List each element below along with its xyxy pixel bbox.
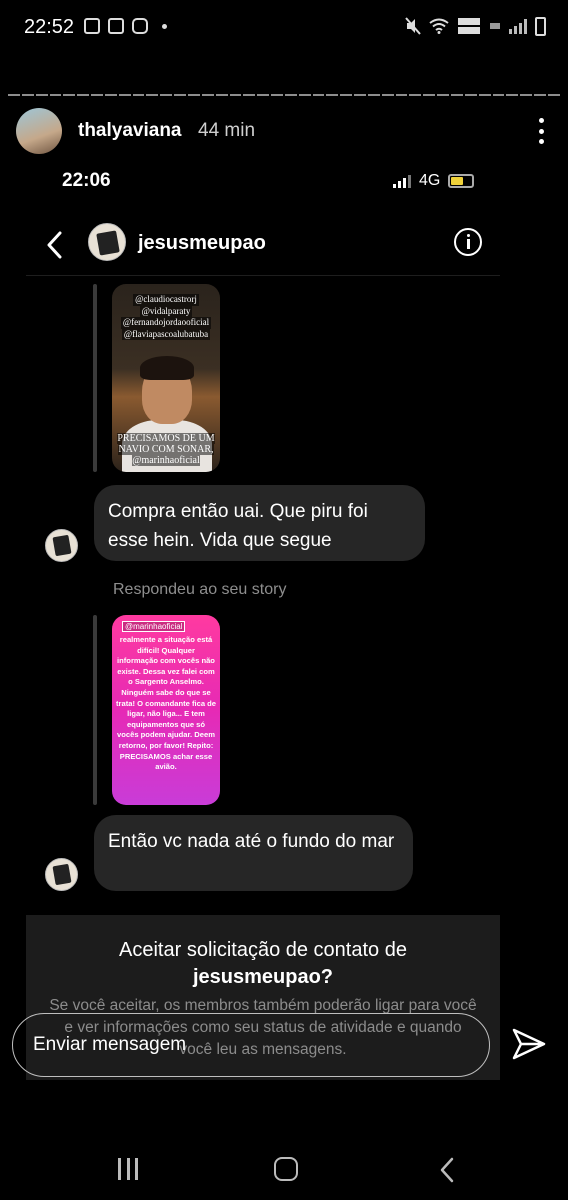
android-nav-bar <box>0 1140 568 1200</box>
progress-segment <box>104 94 117 96</box>
sender-avatar[interactable] <box>45 858 78 891</box>
story-text: realmente a situação está difícil! Qualq… <box>116 635 217 772</box>
progress-segment <box>77 94 90 96</box>
story-tag: @marinhaoficial <box>122 621 186 632</box>
progress-segment <box>174 94 186 96</box>
instagram-icon <box>132 18 148 34</box>
progress-segment <box>381 94 394 96</box>
message-bubble[interactable]: Então vc nada até o fundo do mar <box>94 815 413 891</box>
progress-segment <box>547 94 560 96</box>
inner-network-label: 4G <box>419 172 441 189</box>
progress-segment <box>367 94 380 96</box>
inner-status-icons: 4G <box>393 172 475 190</box>
progress-segment <box>21 94 34 96</box>
progress-segment <box>146 94 159 96</box>
progress-segment <box>243 94 256 96</box>
photo-hair <box>140 356 194 380</box>
reply-indicator-line <box>93 615 97 805</box>
story-tag: @vidalparaty <box>139 305 193 317</box>
inner-battery-icon <box>448 174 475 188</box>
progress-segment <box>340 94 353 96</box>
story-tag: @flaviapascoalubatuba <box>121 328 211 340</box>
notification-icons <box>84 18 167 34</box>
chat-header: jesusmeupao <box>26 218 500 276</box>
progress-segment <box>423 94 436 96</box>
recent-apps-icon[interactable] <box>118 1158 138 1180</box>
progress-segment <box>271 94 283 96</box>
story-header: thalyaviana 44 min <box>16 108 552 156</box>
progress-segment <box>63 94 76 96</box>
4g-label-icon <box>490 23 500 29</box>
story-avatar[interactable] <box>16 108 62 154</box>
progress-segment <box>326 94 339 96</box>
back-arrow-icon[interactable] <box>44 230 66 260</box>
volte-icon <box>458 18 480 34</box>
progress-segment <box>229 94 242 96</box>
progress-segment <box>506 94 519 96</box>
nav-back-icon[interactable] <box>438 1157 456 1183</box>
accept-request-user: jesusmeupao? <box>192 966 334 988</box>
reply-indicator-line <box>93 284 97 472</box>
more-notifications-icon <box>162 23 167 29</box>
story-time-ago: 44 min <box>198 120 256 141</box>
battery-icon <box>535 16 546 36</box>
gallery-icon <box>84 18 100 34</box>
progress-segment <box>187 94 200 96</box>
progress-segment <box>284 94 297 96</box>
progress-segment <box>8 94 20 96</box>
progress-segment <box>395 94 408 96</box>
progress-segment <box>298 94 311 96</box>
accept-request-title: Aceitar solicitação de contato de jesusm… <box>119 939 407 988</box>
progress-segment <box>437 94 449 96</box>
home-icon[interactable] <box>274 1157 298 1181</box>
story-caption: PRECISAMOS DE UM NAVIO COM SONAR, @marin… <box>117 433 215 466</box>
inner-signal-icon <box>393 174 411 188</box>
gmail-icon <box>108 18 124 34</box>
story-thumbnail[interactable]: @marinhaoficial realmente a situação est… <box>112 615 220 805</box>
story-thumbnail[interactable]: @claudiocastrorj @vidalparaty @fernandoj… <box>112 284 220 472</box>
progress-segment <box>451 94 463 96</box>
status-time: 22:52 <box>24 16 75 38</box>
chat-username[interactable]: jesusmeupao <box>138 232 266 255</box>
message-input[interactable]: Enviar mensagem <box>12 1013 490 1077</box>
inner-status-time: 22:06 <box>62 170 111 191</box>
story-tag: @claudiocastrorj <box>133 294 199 306</box>
progress-segment <box>312 94 325 96</box>
send-icon[interactable] <box>510 1026 548 1062</box>
progress-segment <box>520 94 533 96</box>
system-icons <box>405 16 546 36</box>
progress-segment <box>464 94 477 96</box>
progress-segment <box>91 94 103 96</box>
story-progress-bar <box>8 94 560 96</box>
more-options-icon[interactable] <box>538 118 544 144</box>
progress-segment <box>201 94 214 96</box>
progress-segment <box>160 94 173 96</box>
status-bar: 22:52 <box>0 0 568 58</box>
story-tag: @fernandojordaooficial <box>120 317 212 329</box>
progress-segment <box>492 94 505 96</box>
progress-segment <box>49 94 62 96</box>
mute-icon <box>405 17 421 35</box>
progress-segment <box>257 94 270 96</box>
replied-to-story-label: Respondeu ao seu story <box>113 581 287 598</box>
sender-avatar[interactable] <box>45 529 78 562</box>
message-bubble[interactable]: Compra então uai. Que piru foi esse hein… <box>94 485 425 561</box>
progress-segment <box>534 94 546 96</box>
progress-segment <box>478 94 491 96</box>
progress-segment <box>118 94 131 96</box>
wifi-icon <box>429 18 449 34</box>
progress-segment <box>354 94 366 96</box>
chat-avatar[interactable] <box>88 223 126 261</box>
signal-icon <box>509 18 527 34</box>
info-icon[interactable] <box>454 228 482 256</box>
progress-segment <box>35 94 48 96</box>
progress-segment <box>132 94 145 96</box>
story-tags: @claudiocastrorj @vidalparaty @fernandoj… <box>112 294 220 340</box>
story-username[interactable]: thalyaviana <box>78 120 182 142</box>
progress-segment <box>409 94 422 96</box>
progress-segment <box>215 94 228 96</box>
